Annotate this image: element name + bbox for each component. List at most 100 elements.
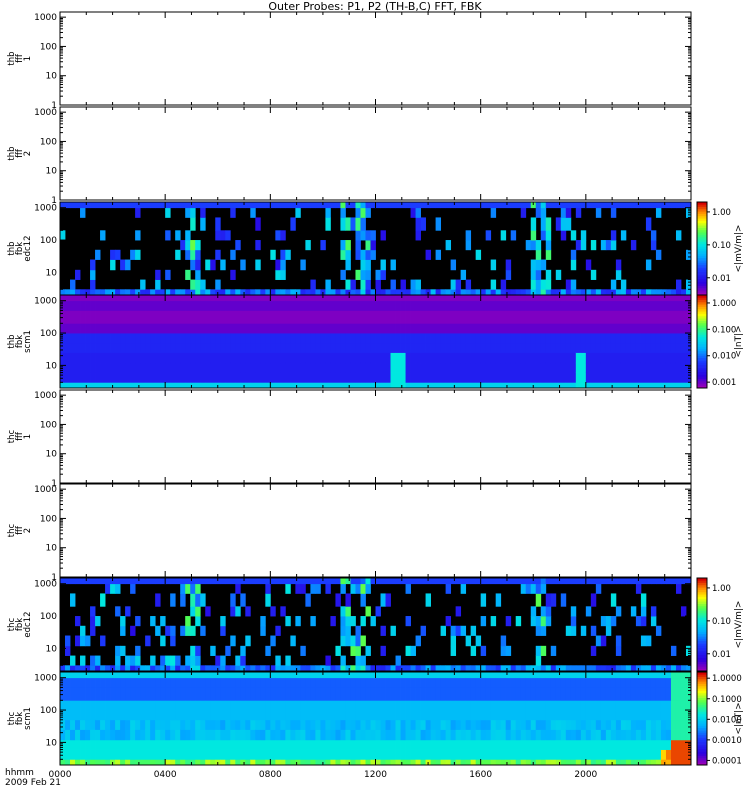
- spectrogram-cell: [355, 230, 361, 241]
- spectrogram-cell: [340, 700, 346, 711]
- spectrogram-cell: [540, 207, 547, 218]
- spectrogram-cell: [235, 700, 241, 711]
- colorbar-segment: [697, 697, 707, 701]
- spectrogram-cell: [440, 710, 447, 721]
- spectrogram-cell: [360, 217, 366, 231]
- spectrogram-cell: [170, 333, 176, 344]
- spectrogram-cell: [540, 583, 547, 594]
- spectrogram-cell: [650, 240, 657, 251]
- spectrogram-cell: [640, 202, 647, 209]
- spectrogram-cell: [490, 382, 497, 389]
- spectrogram-cell: [330, 352, 336, 364]
- spectrogram-cell: [500, 279, 507, 290]
- spectrogram-cell: [400, 310, 406, 324]
- spectrogram-cell: [170, 729, 176, 741]
- spectrogram-cell: [275, 295, 281, 302]
- spectrogram-cell: [575, 289, 582, 296]
- spectrogram-cell: [675, 295, 682, 302]
- spectrogram-cell: [450, 677, 457, 688]
- colorbar-segment: [697, 704, 707, 708]
- spectrogram-cell: [335, 729, 341, 741]
- spectrogram-cell: [605, 362, 612, 373]
- spectrogram-cell: [565, 279, 572, 290]
- spectrogram-cell: [95, 719, 101, 730]
- spectrogram-cell: [675, 372, 682, 383]
- spectrogram-cell: [180, 665, 186, 672]
- spectrogram-cell: [495, 352, 502, 364]
- spectrogram-cell: [115, 677, 121, 688]
- colorbar-segment: [697, 643, 707, 646]
- spectrogram-cell: [335, 362, 341, 373]
- spectrogram-cell: [545, 593, 552, 607]
- spectrogram-cell: [65, 295, 71, 302]
- spectrogram-cell: [430, 323, 436, 334]
- spectrogram-cell: [180, 323, 186, 334]
- spectrogram-cell: [660, 295, 667, 302]
- spectrogram-cell: [510, 310, 517, 324]
- spectrogram-cell: [370, 739, 376, 750]
- spectrogram-cell: [150, 655, 156, 666]
- spectrogram-cell: [80, 323, 86, 334]
- spectrogram-cell: [435, 700, 442, 711]
- spectrogram-cell: [320, 729, 326, 741]
- spectrogram-cell: [385, 372, 391, 383]
- spectrogram-cell: [65, 687, 71, 701]
- spectrogram-cell: [225, 289, 231, 296]
- spectrogram-cell: [535, 729, 542, 741]
- spectrogram-cell: [205, 342, 211, 353]
- spectrogram-cell: [675, 352, 682, 364]
- spectrogram-cell: [425, 300, 431, 311]
- x-tick-label: 2000: [574, 770, 597, 780]
- spectrogram-cell: [150, 295, 156, 302]
- spectrogram-cell: [60, 749, 66, 760]
- spectrogram-cell: [585, 310, 592, 324]
- spectrogram-cell: [230, 749, 236, 760]
- spectrogram-cell: [395, 382, 401, 389]
- spectrogram-cell: [610, 333, 617, 344]
- spectrogram-cell: [650, 333, 657, 344]
- spectrogram-cell: [555, 310, 562, 324]
- spectrogram-cell: [390, 323, 396, 334]
- spectrogram-cell: [115, 289, 121, 296]
- spectrogram-cell: [200, 333, 206, 344]
- spectrogram-cell: [365, 207, 371, 218]
- colorbar-segment: [697, 690, 707, 694]
- spectrogram-cell: [380, 362, 386, 373]
- spectrogram-cell: [285, 362, 291, 373]
- spectrogram-cell: [625, 382, 632, 389]
- spectrogram-cell: [95, 749, 101, 760]
- spectrogram-cell: [220, 625, 226, 636]
- spectrogram-cell: [115, 665, 121, 672]
- spectrogram-cell: [525, 700, 532, 711]
- spectrogram-cell: [70, 739, 76, 750]
- colorbar-segment: [697, 587, 707, 590]
- spectrogram-cell: [630, 310, 637, 324]
- spectrogram-cell: [525, 583, 532, 594]
- spectrogram-cell: [590, 759, 597, 766]
- spectrogram-cell: [575, 342, 582, 353]
- spectrogram-cell: [235, 665, 241, 672]
- spectrogram-cell: [245, 606, 251, 617]
- spectrogram-cell: [380, 729, 386, 741]
- spectrogram-cell: [345, 259, 351, 271]
- spectrogram-cell: [430, 372, 436, 383]
- spectrogram-cell: [175, 352, 181, 364]
- spectrogram-cell: [440, 295, 447, 302]
- spectrogram-cell: [430, 700, 436, 711]
- spectrogram-cell: [515, 729, 522, 741]
- spectrogram-cell: [480, 289, 487, 296]
- spectrogram-cell: [480, 645, 487, 656]
- spectrogram-cell: [220, 616, 226, 627]
- spectrogram-cell: [75, 749, 81, 760]
- spectrogram-cell: [490, 279, 497, 290]
- spectrogram-cell: [165, 700, 171, 711]
- spectrogram-cell: [680, 372, 687, 383]
- colorbar-segment: [697, 362, 707, 366]
- spectrogram-cell: [75, 578, 81, 585]
- spectrogram-cell: [565, 749, 572, 760]
- spectrogram-cell: [360, 269, 366, 280]
- spectrogram-cell: [520, 372, 527, 383]
- spectrogram-cell: [260, 372, 266, 383]
- spectrogram-cell: [470, 739, 477, 750]
- spectrogram-cell: [500, 352, 507, 364]
